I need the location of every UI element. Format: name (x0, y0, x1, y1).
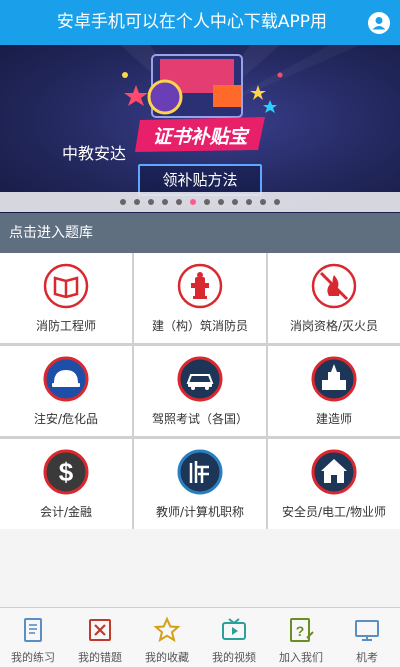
tab-label: 我的收藏 (145, 651, 189, 664)
tab-my-mistakes[interactable]: 我的错题 (67, 608, 133, 667)
building-icon (311, 356, 357, 402)
category-fire-post[interactable]: 消岗资格/灭火员 (268, 253, 400, 343)
question-icon: ? (287, 616, 315, 644)
monitor-icon (353, 616, 381, 644)
tab-computer-exam[interactable]: 机考 (334, 608, 400, 667)
carousel-dot[interactable] (162, 199, 168, 205)
tab-join-us[interactable]: ? 加入我们 (268, 608, 334, 667)
banner-graphic-text: 证书补贴宝 (152, 126, 248, 148)
svg-text:?: ? (296, 623, 305, 639)
book-icon (43, 263, 89, 309)
carousel-dot[interactable] (218, 199, 224, 205)
teacher-icon (177, 449, 223, 495)
category-label: 驾照考试（各国） (151, 412, 248, 426)
category-fire-engineer[interactable]: 消防工程师 (0, 253, 132, 343)
category-building-fire[interactable]: 建（构）筑消防员 (134, 253, 266, 343)
carousel-dot[interactable] (148, 199, 154, 205)
category-label: 教师/计算机职称 (155, 505, 245, 519)
tab-my-practice[interactable]: 我的练习 (0, 608, 66, 667)
tv-icon (220, 616, 248, 644)
category-label: 会计/金融 (39, 505, 93, 519)
carousel-indicator[interactable] (0, 192, 400, 212)
category-accounting[interactable]: $ 会计/金融 (0, 439, 132, 529)
carousel-dot[interactable] (260, 199, 266, 205)
bottom-tab-bar: 我的练习 我的错题 我的收藏 我的视频 ? 加入我们 机考 (0, 607, 400, 667)
tab-label: 机考 (356, 651, 378, 664)
category-label: 注安/危化品 (33, 412, 99, 426)
carousel-dot[interactable] (246, 199, 252, 205)
category-label: 消防工程师 (35, 319, 96, 333)
no-fire-icon (311, 263, 357, 309)
fire-hydrant-icon (177, 263, 223, 309)
category-label: 建造师 (315, 412, 352, 426)
house-icon (311, 449, 357, 495)
svg-text:$: $ (59, 457, 74, 487)
helmet-icon (43, 356, 89, 402)
carousel-dot[interactable] (274, 199, 280, 205)
tab-label: 我的练习 (11, 651, 55, 664)
notebook-icon (19, 616, 47, 644)
carousel-dot[interactable] (176, 199, 182, 205)
category-label: 建（构）筑消防员 (151, 319, 248, 333)
category-grid: 消防工程师 建（构）筑消防员 消岗资格/灭火员 注安/危化品 驾照考试（各国） … (0, 253, 400, 529)
tab-label: 我的错题 (78, 651, 122, 664)
section-header: 点击进入题库 (0, 213, 400, 253)
section-title: 点击进入题库 (9, 225, 93, 241)
category-label: 消岗资格/灭火员 (289, 319, 379, 333)
carousel-dot[interactable] (190, 199, 196, 205)
promo-banner[interactable]: 证书补贴宝 中教安达 领补贴方法 (0, 45, 400, 213)
tab-label: 我的视频 (212, 651, 256, 664)
carousel-dot[interactable] (232, 199, 238, 205)
category-teacher-computer[interactable]: 教师/计算机职称 (134, 439, 266, 529)
category-driving-license[interactable]: 驾照考试（各国） (134, 346, 266, 436)
app-title: 安卓手机可以在个人中心下载APP用 (56, 12, 328, 32)
star-icon (153, 616, 181, 644)
tab-my-favorites[interactable]: 我的收藏 (134, 608, 200, 667)
user-icon[interactable] (368, 12, 390, 34)
category-label: 安全员/电工/物业师 (281, 505, 387, 519)
banner-headline: 中教安达 (62, 144, 127, 163)
carousel-dot[interactable] (134, 199, 140, 205)
category-constructor[interactable]: 建造师 (268, 346, 400, 436)
dollar-icon: $ (43, 449, 89, 495)
top-bar: 安卓手机可以在个人中心下载APP用 (0, 0, 400, 45)
category-safety-electrician[interactable]: 安全员/电工/物业师 (268, 439, 400, 529)
wrong-icon (86, 616, 114, 644)
carousel-dot[interactable] (204, 199, 210, 205)
car-icon (177, 356, 223, 402)
tab-my-videos[interactable]: 我的视频 (201, 608, 267, 667)
category-safety-chemicals[interactable]: 注安/危化品 (0, 346, 132, 436)
carousel-dot[interactable] (120, 199, 126, 205)
content-spacer (0, 529, 400, 607)
tab-label: 加入我们 (279, 651, 323, 664)
